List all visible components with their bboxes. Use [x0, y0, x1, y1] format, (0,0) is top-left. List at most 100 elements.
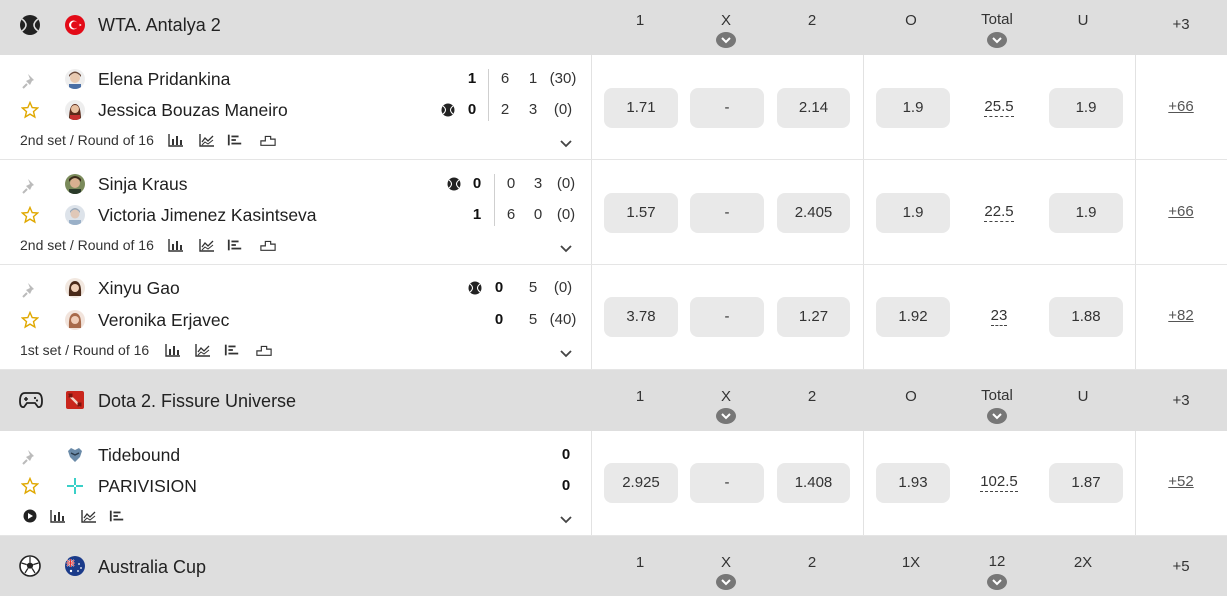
odd-win1-button[interactable]: 2.925 — [604, 463, 678, 503]
more-markets-count[interactable]: +5 — [1151, 558, 1211, 575]
podium-icon[interactable] — [260, 133, 276, 147]
chevron-down-icon[interactable] — [559, 244, 573, 254]
more-markets-count[interactable]: +3 — [1151, 16, 1211, 33]
away-team-name[interactable]: PARIVISION — [98, 476, 197, 497]
sets-score: 0 — [472, 175, 482, 192]
set-score: 0 — [533, 206, 543, 223]
col-header-1x: 1X — [901, 554, 921, 571]
divider — [863, 431, 864, 535]
odd-under-button[interactable]: 1.9 — [1049, 88, 1123, 128]
score-divider — [494, 174, 495, 226]
divider — [591, 431, 592, 535]
odd-win2-button[interactable]: 2.405 — [777, 193, 850, 233]
pin-icon[interactable] — [21, 177, 39, 195]
star-icon[interactable] — [21, 101, 39, 119]
match-status: 1st set / Round of 16 — [20, 342, 150, 358]
podium-icon[interactable] — [256, 343, 272, 357]
podium-icon[interactable] — [260, 238, 276, 252]
divider — [1135, 160, 1136, 264]
chevron-down-icon[interactable] — [716, 408, 736, 424]
bar-chart-icon[interactable] — [168, 238, 184, 252]
chevron-down-icon[interactable] — [987, 574, 1007, 590]
odd-win1-button[interactable]: 1.57 — [604, 193, 678, 233]
home-team-name[interactable]: Xinyu Gao — [98, 278, 180, 299]
more-markets-link[interactable]: +82 — [1156, 307, 1206, 324]
away-team-name[interactable]: Victoria Jimenez Kasintseva — [98, 205, 317, 226]
bar-chart-icon[interactable] — [50, 509, 66, 523]
col-header-12: 12 — [988, 553, 1006, 570]
odd-win1-button[interactable]: 1.71 — [604, 88, 678, 128]
chevron-down-icon[interactable] — [987, 32, 1007, 48]
total-line[interactable]: 102.5 — [969, 473, 1029, 492]
chevron-down-icon[interactable] — [559, 515, 573, 525]
home-team-name[interactable]: Tidebound — [98, 445, 180, 466]
pin-icon[interactable] — [21, 281, 39, 299]
star-icon[interactable] — [21, 311, 39, 329]
odd-win1-button[interactable]: 3.78 — [604, 297, 678, 337]
pin-icon[interactable] — [21, 448, 39, 466]
line-chart-icon[interactable] — [199, 133, 215, 147]
player-avatar — [65, 100, 85, 120]
league-title[interactable]: WTA. Antalya 2 — [98, 15, 221, 36]
odd-under-button[interactable]: 1.9 — [1049, 193, 1123, 233]
odd-under-button[interactable]: 1.88 — [1049, 297, 1123, 337]
bar-chart-icon[interactable] — [168, 133, 184, 147]
set-score: 6 — [506, 206, 516, 223]
odd-win2-button[interactable]: 1.27 — [777, 297, 850, 337]
league-title[interactable]: Dota 2. Fissure Universe — [98, 391, 296, 412]
away-team-name[interactable]: Jessica Bouzas Maneiro — [98, 100, 288, 121]
bar-chart-icon[interactable] — [165, 343, 181, 357]
game-score: (0) — [556, 206, 576, 223]
league-title[interactable]: Australia Cup — [98, 557, 206, 578]
more-markets-count[interactable]: +3 — [1151, 392, 1211, 409]
odd-draw-button[interactable]: - — [690, 193, 764, 233]
line-chart-icon[interactable] — [195, 343, 211, 357]
away-team-name[interactable]: Veronika Erjavec — [98, 310, 229, 331]
col-header-total: Total — [981, 387, 1013, 404]
home-team-name[interactable]: Elena Pridankina — [98, 69, 230, 90]
set-score: 1 — [528, 70, 538, 87]
odd-win2-button[interactable]: 2.14 — [777, 88, 850, 128]
col-header-2: 2 — [807, 12, 817, 29]
star-icon[interactable] — [21, 206, 39, 224]
line-chart-icon[interactable] — [81, 509, 97, 523]
chevron-down-icon[interactable] — [716, 32, 736, 48]
col-header-over: O — [905, 12, 917, 29]
line-chart-icon[interactable] — [199, 238, 215, 252]
chevron-down-icon[interactable] — [716, 574, 736, 590]
set-score: 0 — [506, 175, 516, 192]
total-line[interactable]: 23 — [969, 307, 1029, 326]
chevron-down-icon[interactable] — [987, 408, 1007, 424]
chevron-down-icon[interactable] — [559, 139, 573, 149]
standings-icon[interactable] — [227, 133, 243, 147]
more-markets-link[interactable]: +66 — [1156, 203, 1206, 220]
odd-draw-button[interactable]: - — [690, 88, 764, 128]
standings-icon[interactable] — [109, 509, 125, 523]
more-markets-link[interactable]: +52 — [1156, 473, 1206, 490]
col-header-x: X — [720, 554, 731, 571]
standings-icon[interactable] — [224, 343, 240, 357]
set-score: 3 — [528, 101, 538, 118]
play-icon[interactable] — [23, 509, 37, 523]
game-score: (30) — [549, 70, 577, 87]
odd-draw-button[interactable]: - — [690, 463, 764, 503]
total-line[interactable]: 22.5 — [969, 203, 1029, 222]
odd-over-button[interactable]: 1.92 — [876, 297, 950, 337]
odd-under-button[interactable]: 1.87 — [1049, 463, 1123, 503]
odd-over-button[interactable]: 1.9 — [876, 88, 950, 128]
odd-draw-button[interactable]: - — [690, 297, 764, 337]
score-divider — [488, 69, 489, 121]
odd-win2-button[interactable]: 1.408 — [777, 463, 850, 503]
home-team-name[interactable]: Sinja Kraus — [98, 174, 188, 195]
odd-over-button[interactable]: 1.9 — [876, 193, 950, 233]
more-markets-link[interactable]: +66 — [1156, 98, 1206, 115]
total-line[interactable]: 25.5 — [969, 98, 1029, 117]
tennis-ball-icon — [20, 15, 40, 35]
divider — [591, 160, 592, 264]
star-icon[interactable] — [21, 477, 39, 495]
chevron-down-icon[interactable] — [559, 349, 573, 359]
pin-icon[interactable] — [21, 72, 39, 90]
match-row: Elena Pridankina Jessica Bouzas Maneiro … — [0, 55, 1227, 160]
odd-over-button[interactable]: 1.93 — [876, 463, 950, 503]
standings-icon[interactable] — [227, 238, 243, 252]
